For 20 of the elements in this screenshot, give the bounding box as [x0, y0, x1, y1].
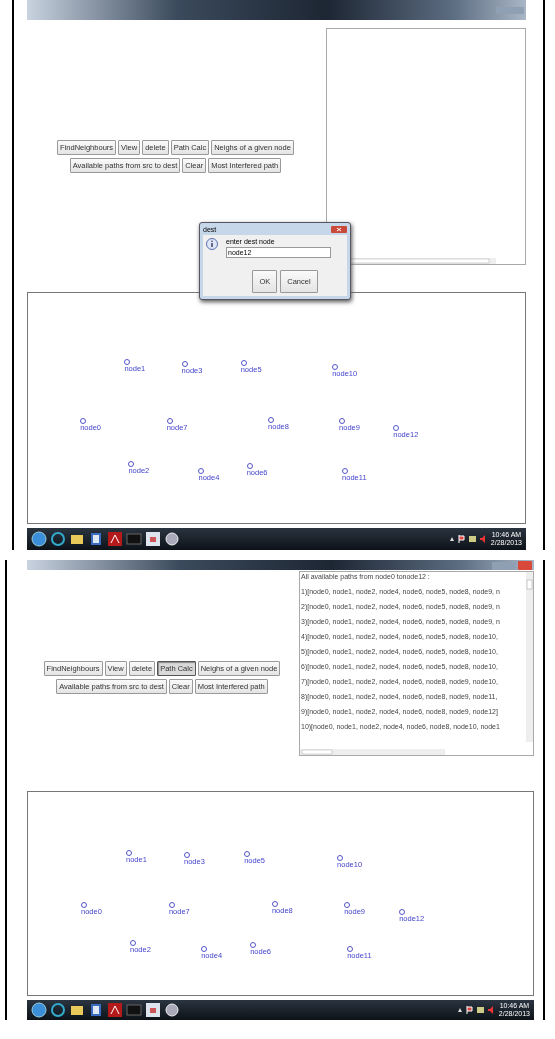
globe-icon[interactable] [50, 531, 66, 547]
horizontal-scrollbar-icon[interactable] [300, 749, 445, 755]
speaker-icon[interactable] [479, 535, 487, 543]
speaker-icon[interactable] [487, 1006, 495, 1014]
up-arrow-icon[interactable] [449, 537, 454, 541]
document-icon[interactable] [88, 1002, 104, 1018]
vertical-scrollbar-icon[interactable] [526, 572, 533, 742]
info-icon[interactable] [206, 238, 218, 250]
close-icon[interactable] [331, 225, 347, 233]
disc-icon[interactable] [164, 1002, 180, 1018]
start-orb-icon[interactable] [31, 531, 47, 547]
up-arrow-icon[interactable] [457, 1008, 462, 1012]
globe-icon[interactable] [50, 1002, 66, 1018]
pdf-icon[interactable] [107, 531, 123, 547]
flag-icon[interactable] [465, 1006, 473, 1014]
disc-icon[interactable] [164, 531, 180, 547]
start-orb-icon[interactable] [31, 1002, 47, 1018]
flag-icon[interactable] [457, 535, 465, 543]
pdf-icon[interactable] [107, 1002, 123, 1018]
document-icon[interactable] [88, 531, 104, 547]
